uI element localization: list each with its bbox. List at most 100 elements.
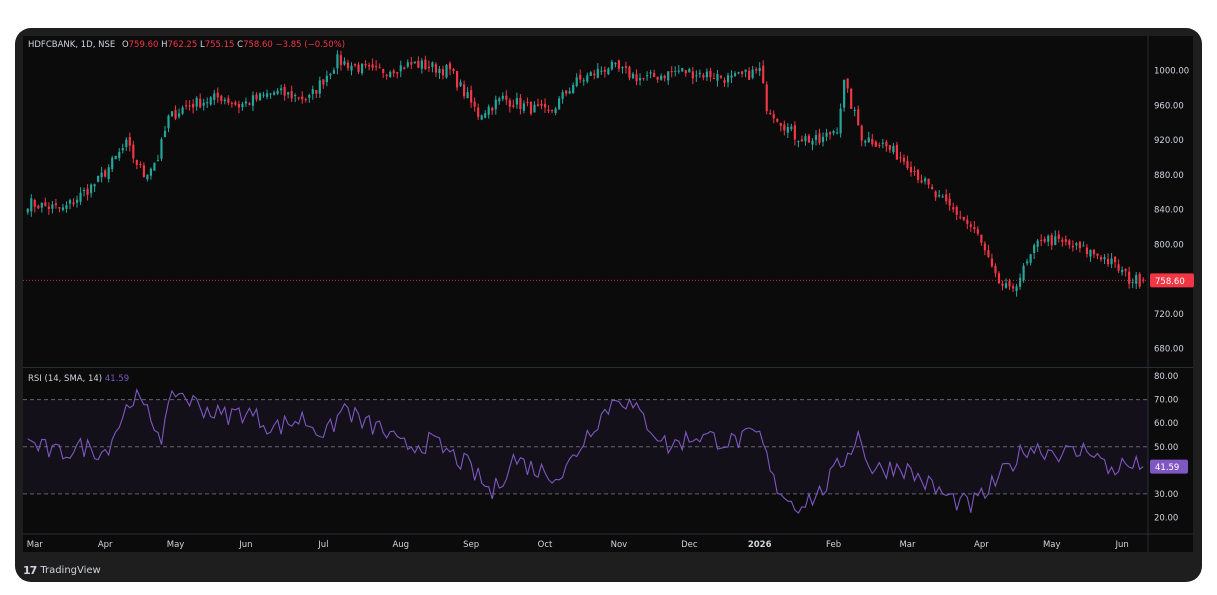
candle [843, 79, 846, 112]
candle-body [1022, 265, 1025, 281]
candle-body [624, 66, 628, 68]
candle-body [878, 145, 881, 147]
candle-body [1092, 249, 1096, 255]
candle-body [769, 113, 772, 115]
tradingview-logo[interactable]: 17 TradingView [23, 561, 101, 579]
candle-body [258, 93, 262, 101]
candle-body [389, 71, 392, 77]
candle-body [783, 124, 786, 131]
candle-body [642, 77, 645, 79]
candle-body [688, 68, 691, 73]
candle-body [209, 97, 212, 105]
candle-body [290, 91, 293, 99]
candle-body [948, 198, 951, 206]
candle-body [1117, 264, 1120, 271]
candle-body [663, 75, 666, 79]
candle-body [1075, 243, 1078, 246]
candle-body [199, 98, 202, 108]
candle-body [1071, 245, 1074, 248]
candle-body [357, 64, 360, 73]
candle-body [360, 63, 364, 74]
candle-body [255, 94, 258, 100]
candle-body [790, 126, 793, 129]
time-tick-label: Feb [826, 540, 841, 550]
candle-body [638, 78, 642, 81]
candle-body [452, 68, 455, 72]
candle-body [867, 137, 870, 142]
candle-body [793, 125, 796, 140]
candle [153, 162, 156, 171]
time-tick-label: Jun [238, 540, 252, 550]
candle-body [1089, 250, 1092, 257]
candle-body [786, 126, 789, 133]
candle-body [670, 71, 673, 73]
time-tick-label: Sep [463, 540, 479, 550]
candle-body [1106, 258, 1110, 265]
candle-body [473, 101, 476, 107]
candle-body [505, 95, 508, 100]
candle-body [1085, 247, 1089, 254]
candle-body [811, 140, 814, 145]
candle-body [223, 99, 226, 102]
time-tick-label: May [1043, 540, 1061, 550]
candle-body [206, 102, 209, 104]
candle-body [733, 73, 737, 76]
candle-body [501, 95, 504, 99]
candle-body [1061, 239, 1064, 242]
candle-body [139, 164, 142, 166]
candle-body [434, 64, 438, 73]
candle-body [677, 70, 680, 72]
candle-body [952, 207, 955, 210]
candle-body [568, 91, 571, 94]
candle-body [776, 118, 779, 122]
candle-body [438, 68, 441, 74]
candle-body [480, 115, 483, 120]
candle-body [311, 89, 314, 94]
candle-body [1078, 241, 1081, 249]
candle-body [54, 203, 58, 206]
candle-body [283, 86, 286, 96]
candle-body [1001, 283, 1004, 286]
candle-body [983, 243, 986, 251]
candle-body [413, 61, 416, 64]
time-tick-label: Oct [538, 540, 553, 550]
candle-body [297, 97, 300, 99]
candle-body [420, 60, 423, 69]
candle-body [621, 67, 624, 69]
candle-body [526, 102, 529, 104]
candle-body [508, 100, 511, 107]
candle-body [540, 103, 543, 106]
candle-body [301, 96, 304, 100]
candle-body [744, 69, 747, 72]
candle-body [498, 98, 501, 102]
price-tick-label: 680.00 [1154, 345, 1184, 355]
candle-body [547, 109, 550, 111]
candle-body [586, 75, 589, 82]
candle-body [649, 72, 652, 74]
chart-canvas[interactable]: 680.00720.00760.00800.00840.00880.00920.… [15, 28, 1202, 582]
candle-body [375, 66, 378, 68]
open-label: O [121, 40, 129, 50]
candle-body [1128, 271, 1131, 284]
candle [681, 67, 684, 72]
candle-body [976, 229, 979, 234]
candle-body [684, 70, 687, 74]
candle-body [892, 145, 895, 153]
candle-body [114, 155, 117, 160]
candle-body [656, 76, 659, 80]
candle-body [100, 172, 103, 178]
candle-body [702, 75, 705, 78]
candle-body [843, 80, 846, 108]
candle-body [888, 145, 891, 150]
candle-body [723, 80, 726, 83]
candle-body [920, 180, 923, 183]
candle-body [484, 113, 487, 118]
candle-body [691, 71, 694, 79]
candle-body [491, 108, 494, 111]
time-tick-label: Jul [317, 540, 328, 550]
candle-body [248, 103, 251, 105]
candle-body [167, 115, 170, 129]
candle-body [459, 82, 462, 86]
candle-body [364, 64, 367, 66]
candle-body [156, 160, 160, 162]
